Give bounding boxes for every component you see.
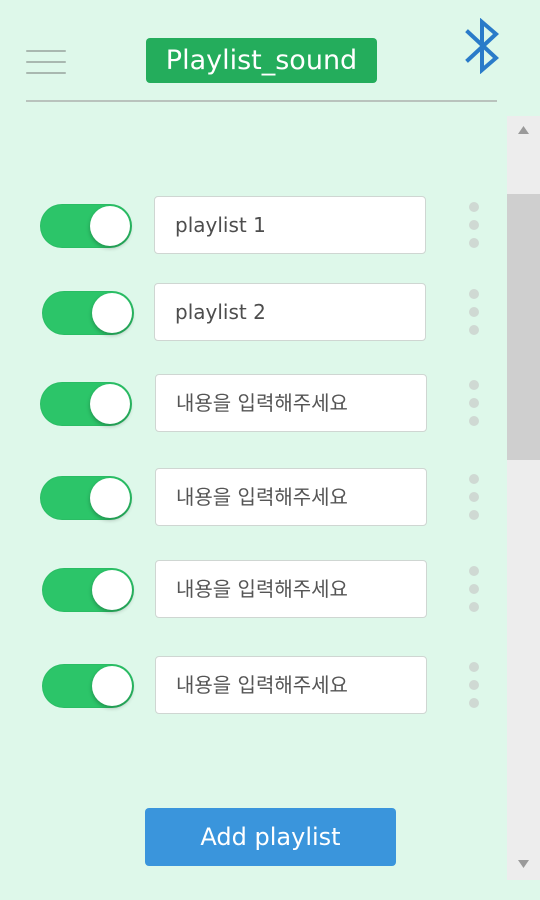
playlist-name-input[interactable] [154,283,426,341]
menu-line [26,61,66,63]
menu-line [26,72,66,74]
toggle-knob [90,384,130,424]
playlist-toggle[interactable] [40,382,132,426]
playlist-toggle[interactable] [42,664,134,708]
more-options-icon[interactable] [466,289,482,339]
more-options-icon[interactable] [466,474,482,524]
playlist-toggle[interactable] [42,568,134,612]
more-options-icon[interactable] [466,380,482,430]
toggle-knob [92,570,132,610]
playlist-row [0,468,505,528]
add-playlist-button[interactable]: Add playlist [145,808,396,866]
more-options-icon[interactable] [466,662,482,712]
playlist-name-input[interactable] [155,656,427,714]
playlist-name-input[interactable] [155,374,427,432]
scrollbar[interactable] [507,116,540,880]
scroll-down-arrow-icon[interactable] [507,850,540,880]
playlist-row [0,374,505,434]
toggle-knob [92,293,132,333]
playlist-toggle[interactable] [40,204,132,248]
playlist-row [0,283,505,343]
toggle-knob [90,206,130,246]
playlist-name-input[interactable] [154,196,426,254]
playlist-name-input[interactable] [155,560,427,618]
playlist-toggle[interactable] [42,291,134,335]
header-divider [26,100,497,102]
scroll-up-arrow-icon[interactable] [507,116,540,146]
toggle-knob [92,666,132,706]
page-title: Playlist_sound [146,38,377,83]
playlist-row [0,560,505,620]
playlist-row [0,196,505,256]
more-options-icon[interactable] [466,566,482,616]
scroll-thumb[interactable] [507,194,540,460]
hamburger-menu-icon[interactable] [26,48,66,76]
toggle-knob [90,478,130,518]
menu-line [26,50,66,52]
playlist-name-input[interactable] [155,468,427,526]
more-options-icon[interactable] [466,202,482,252]
playlist-toggle[interactable] [40,476,132,520]
bluetooth-icon[interactable] [464,17,502,75]
playlist-row [0,656,505,716]
